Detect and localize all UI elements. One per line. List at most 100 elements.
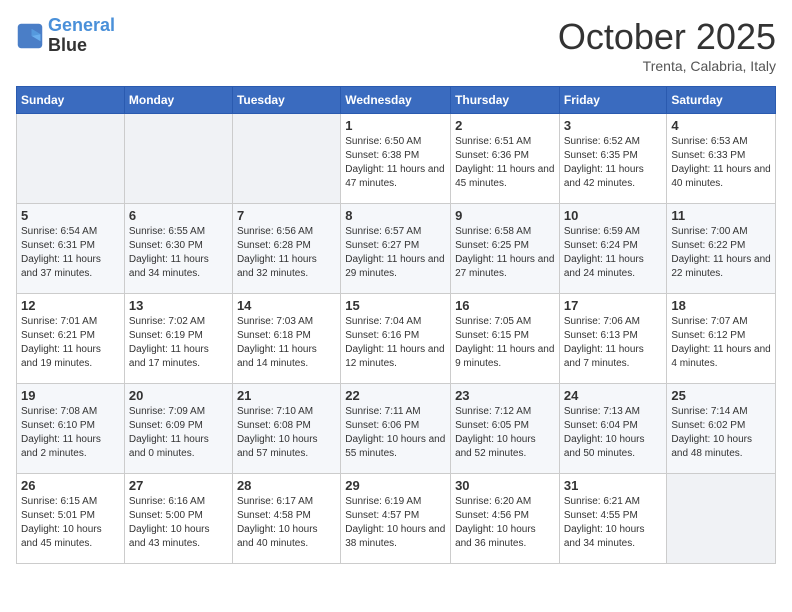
day-info: Sunrise: 7:14 AM Sunset: 6:02 PM Dayligh… — [671, 405, 771, 461]
calendar-body: 1 Sunrise: 6:50 AM Sunset: 6:38 PM Daylig… — [17, 114, 776, 564]
calendar-cell — [17, 114, 125, 204]
day-number: 28 — [237, 478, 336, 493]
calendar-cell: 7 Sunrise: 6:56 AM Sunset: 6:28 PM Daylig… — [232, 204, 340, 294]
day-number: 5 — [21, 208, 120, 223]
day-number: 16 — [455, 298, 555, 313]
day-info: Sunrise: 6:57 AM Sunset: 6:27 PM Dayligh… — [345, 225, 446, 281]
calendar-cell — [667, 474, 776, 564]
calendar-cell: 9Sunrise: 6:58 AM Sunset: 6:25 PM Daylig… — [451, 204, 560, 294]
day-info: Sunrise: 7:04 AM Sunset: 6:16 PM Dayligh… — [345, 315, 446, 371]
day-number: 2 — [455, 118, 555, 133]
logo-text: General Blue — [48, 16, 115, 56]
calendar-cell: 12Sunrise: 7:01 AM Sunset: 6:21 PM Dayli… — [17, 294, 125, 384]
day-number: 27 — [129, 478, 228, 493]
day-info: Sunrise: 7:12 AM Sunset: 6:05 PM Dayligh… — [455, 405, 555, 461]
day-number: 8 — [345, 208, 446, 223]
location-subtitle: Trenta, Calabria, Italy — [558, 58, 776, 74]
day-info: Sunrise: 7:02 AM Sunset: 6:19 PM Dayligh… — [129, 315, 228, 371]
title-block: October 2025 Trenta, Calabria, Italy — [558, 16, 776, 74]
day-info: Sunrise: 6:55 AM Sunset: 6:30 PM Dayligh… — [129, 225, 228, 281]
week-row-1: 1 Sunrise: 6:50 AM Sunset: 6:38 PM Daylig… — [17, 114, 776, 204]
calendar-cell: 14 Sunrise: 7:03 AM Sunset: 6:18 PM Dayli… — [232, 294, 340, 384]
day-number: 4 — [671, 118, 771, 133]
header-sunday: Sunday — [17, 87, 125, 114]
calendar-cell: 20Sunrise: 7:09 AM Sunset: 6:09 PM Dayli… — [124, 384, 232, 474]
calendar-cell: 28 Sunrise: 6:17 AM Sunset: 4:58 PM Dayli… — [232, 474, 340, 564]
day-number: 18 — [671, 298, 771, 313]
calendar-cell: 30Sunrise: 6:20 AM Sunset: 4:56 PM Dayli… — [451, 474, 560, 564]
day-info: Sunrise: 6:17 AM Sunset: 4:58 PM Dayligh… — [237, 495, 336, 551]
day-info: Sunrise: 7:13 AM Sunset: 6:04 PM Dayligh… — [564, 405, 663, 461]
day-info: Sunrise: 6:15 AM Sunset: 5:01 PM Dayligh… — [21, 495, 120, 551]
day-number: 24 — [564, 388, 663, 403]
day-info: Sunrise: 6:50 AM Sunset: 6:38 PM Dayligh… — [345, 135, 446, 191]
day-number: 13 — [129, 298, 228, 313]
calendar-cell: 17 Sunrise: 7:06 AM Sunset: 6:13 PM Dayli… — [559, 294, 667, 384]
day-info: Sunrise: 7:07 AM Sunset: 6:12 PM Dayligh… — [671, 315, 771, 371]
calendar-cell: 2 Sunrise: 6:51 AM Sunset: 6:36 PM Daylig… — [451, 114, 560, 204]
day-number: 30 — [455, 478, 555, 493]
calendar-cell: 11 Sunrise: 7:00 AM Sunset: 6:22 PM Dayli… — [667, 204, 776, 294]
day-number: 7 — [237, 208, 336, 223]
day-info: Sunrise: 7:05 AM Sunset: 6:15 PM Dayligh… — [455, 315, 555, 371]
day-info: Sunrise: 7:08 AM Sunset: 6:10 PM Dayligh… — [21, 405, 120, 461]
header-tuesday: Tuesday — [232, 87, 340, 114]
day-number: 26 — [21, 478, 120, 493]
day-number: 12 — [21, 298, 120, 313]
header-thursday: Thursday — [451, 87, 560, 114]
calendar-cell — [232, 114, 340, 204]
calendar-cell: 21Sunrise: 7:10 AM Sunset: 6:08 PM Dayli… — [232, 384, 340, 474]
day-number: 29 — [345, 478, 446, 493]
calendar-cell: 25Sunrise: 7:14 AM Sunset: 6:02 PM Dayli… — [667, 384, 776, 474]
calendar-cell: 1 Sunrise: 6:50 AM Sunset: 6:38 PM Daylig… — [341, 114, 451, 204]
day-number: 3 — [564, 118, 663, 133]
day-number: 9 — [455, 208, 555, 223]
calendar-cell: 22Sunrise: 7:11 AM Sunset: 6:06 PM Dayli… — [341, 384, 451, 474]
day-number: 21 — [237, 388, 336, 403]
day-number: 15 — [345, 298, 446, 313]
calendar-cell: 4 Sunrise: 6:53 AM Sunset: 6:33 PM Daylig… — [667, 114, 776, 204]
week-row-4: 19 Sunrise: 7:08 AM Sunset: 6:10 PM Dayli… — [17, 384, 776, 474]
calendar-cell: 13 Sunrise: 7:02 AM Sunset: 6:19 PM Dayli… — [124, 294, 232, 384]
calendar-cell — [124, 114, 232, 204]
day-info: Sunrise: 6:21 AM Sunset: 4:55 PM Dayligh… — [564, 495, 663, 551]
calendar-cell: 27Sunrise: 6:16 AM Sunset: 5:00 PM Dayli… — [124, 474, 232, 564]
day-number: 1 — [345, 118, 446, 133]
calendar-cell: 10 Sunrise: 6:59 AM Sunset: 6:24 PM Dayli… — [559, 204, 667, 294]
logo-icon — [16, 22, 44, 50]
day-info: Sunrise: 6:56 AM Sunset: 6:28 PM Dayligh… — [237, 225, 336, 281]
day-header-row: SundayMondayTuesdayWednesdayThursdayFrid… — [17, 87, 776, 114]
day-number: 31 — [564, 478, 663, 493]
calendar-cell: 18 Sunrise: 7:07 AM Sunset: 6:12 PM Dayli… — [667, 294, 776, 384]
header-monday: Monday — [124, 87, 232, 114]
day-info: Sunrise: 6:53 AM Sunset: 6:33 PM Dayligh… — [671, 135, 771, 191]
calendar-cell: 8 Sunrise: 6:57 AM Sunset: 6:27 PM Daylig… — [341, 204, 451, 294]
header-saturday: Saturday — [667, 87, 776, 114]
day-info: Sunrise: 7:00 AM Sunset: 6:22 PM Dayligh… — [671, 225, 771, 281]
day-number: 10 — [564, 208, 663, 223]
day-info: Sunrise: 6:51 AM Sunset: 6:36 PM Dayligh… — [455, 135, 555, 191]
day-number: 23 — [455, 388, 555, 403]
day-number: 6 — [129, 208, 228, 223]
day-number: 14 — [237, 298, 336, 313]
week-row-2: 5Sunrise: 6:54 AM Sunset: 6:31 PM Daylig… — [17, 204, 776, 294]
calendar-cell: 23 Sunrise: 7:12 AM Sunset: 6:05 PM Dayli… — [451, 384, 560, 474]
calendar-header: SundayMondayTuesdayWednesdayThursdayFrid… — [17, 87, 776, 114]
week-row-5: 26 Sunrise: 6:15 AM Sunset: 5:01 PM Dayli… — [17, 474, 776, 564]
calendar-cell: 5Sunrise: 6:54 AM Sunset: 6:31 PM Daylig… — [17, 204, 125, 294]
day-info: Sunrise: 7:03 AM Sunset: 6:18 PM Dayligh… — [237, 315, 336, 371]
day-info: Sunrise: 7:06 AM Sunset: 6:13 PM Dayligh… — [564, 315, 663, 371]
logo: General Blue — [16, 16, 115, 56]
calendar-cell: 19 Sunrise: 7:08 AM Sunset: 6:10 PM Dayli… — [17, 384, 125, 474]
page-header: General Blue October 2025 Trenta, Calabr… — [16, 16, 776, 74]
week-row-3: 12Sunrise: 7:01 AM Sunset: 6:21 PM Dayli… — [17, 294, 776, 384]
header-friday: Friday — [559, 87, 667, 114]
day-info: Sunrise: 6:59 AM Sunset: 6:24 PM Dayligh… — [564, 225, 663, 281]
day-info: Sunrise: 7:09 AM Sunset: 6:09 PM Dayligh… — [129, 405, 228, 461]
day-number: 11 — [671, 208, 771, 223]
calendar-cell: 6 Sunrise: 6:55 AM Sunset: 6:30 PM Daylig… — [124, 204, 232, 294]
calendar-cell: 3Sunrise: 6:52 AM Sunset: 6:35 PM Daylig… — [559, 114, 667, 204]
calendar-cell: 24 Sunrise: 7:13 AM Sunset: 6:04 PM Dayli… — [559, 384, 667, 474]
day-number: 17 — [564, 298, 663, 313]
day-number: 19 — [21, 388, 120, 403]
